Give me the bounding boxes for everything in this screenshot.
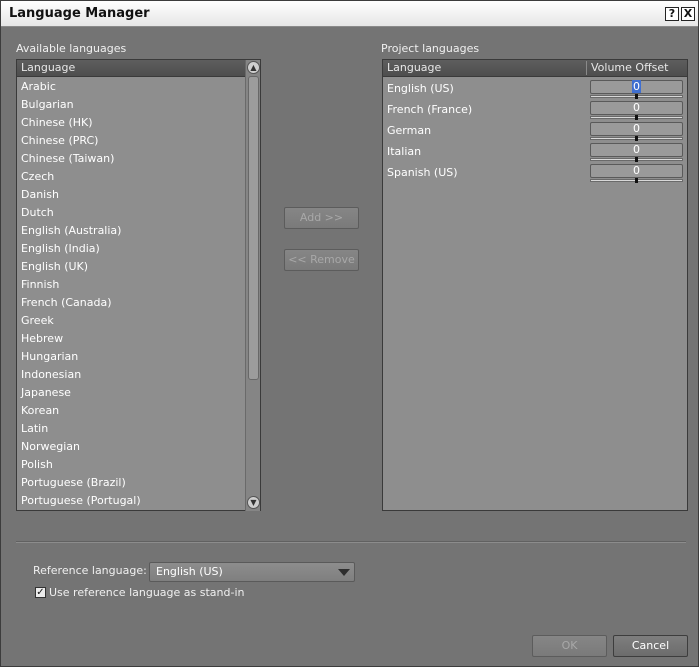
volume-offset-input[interactable]: 0 [590,101,683,115]
dialog-title: Language Manager [9,6,150,21]
separator [16,541,686,543]
list-item[interactable]: Latin [21,422,48,435]
volume-offset-input[interactable]: 0 [590,164,683,178]
list-item[interactable]: French (Canada) [21,296,112,309]
list-item[interactable]: Greek [21,314,54,327]
column-divider [586,61,587,75]
help-button[interactable]: ? [665,7,679,21]
list-item[interactable]: Hebrew [21,332,63,345]
list-item[interactable]: Bulgarian [21,98,74,111]
list-item[interactable]: Chinese (PRC) [21,134,98,147]
list-item[interactable]: English (India) [21,242,100,255]
volume-offset-control[interactable]: 0 [590,80,683,99]
slider-handle[interactable] [635,178,638,183]
volume-offset-value: 0 [633,143,640,156]
volume-offset-value: 0 [633,101,640,114]
volume-offset-input[interactable]: 0 [590,80,683,94]
list-item[interactable]: English (Australia) [21,224,121,237]
list-item[interactable]: Czech [21,170,54,183]
volume-offset-column-header[interactable]: Volume Offset [591,60,668,76]
slider-handle[interactable] [635,136,638,141]
list-scrollbar[interactable]: ▲ ▼ [245,60,260,511]
list-item[interactable]: Portuguese (Portugal) [21,494,141,507]
reference-language-value: English (US) [156,565,223,578]
chevron-down-icon[interactable] [338,569,350,576]
scroll-down-icon[interactable]: ▼ [247,496,260,509]
list-item[interactable]: Arabic [21,80,56,93]
close-button[interactable]: X [681,7,695,21]
remove-button[interactable]: << Remove [284,249,359,271]
language-manager-dialog: Language Manager ? X Available languages… [0,0,699,667]
project-language-row[interactable]: English (US) [387,82,454,95]
volume-offset-value: 0 [633,122,640,135]
project-languages-label: Project languages [381,42,480,55]
list-item[interactable]: Finnish [21,278,59,291]
list-item[interactable]: English (UK) [21,260,88,273]
language-column-header[interactable]: Language [17,60,245,77]
volume-offset-input[interactable]: 0 [590,143,683,157]
slider-handle[interactable] [635,94,638,99]
list-item[interactable]: Indonesian [21,368,81,381]
list-item[interactable]: Norwegian [21,440,80,453]
checkmark-icon: ✓ [36,587,45,598]
project-language-row[interactable]: German [387,124,431,137]
list-item[interactable]: Dutch [21,206,54,219]
list-item[interactable]: Japanese [21,386,71,399]
scroll-up-icon[interactable]: ▲ [247,61,260,74]
list-item[interactable]: Chinese (HK) [21,116,93,129]
project-languages-list[interactable]: Language Volume Offset English (US) 0 Fren… [382,59,688,511]
available-languages-label: Available languages [16,42,127,55]
project-language-column-header[interactable]: Language [387,60,441,76]
list-item[interactable]: Danish [21,188,59,201]
project-language-row[interactable]: Spanish (US) [387,166,458,179]
project-language-row[interactable]: Italian [387,145,421,158]
list-item[interactable]: Hungarian [21,350,78,363]
ok-button[interactable]: OK [532,635,607,657]
volume-offset-value: 0 [633,164,640,177]
scroll-thumb[interactable] [248,76,259,380]
add-button[interactable]: Add >> [284,207,359,229]
standin-label[interactable]: Use reference language as stand-in [49,586,244,599]
volume-offset-value: 0 [632,80,641,93]
volume-offset-control[interactable]: 0 [590,143,683,162]
title-bar: Language Manager ? X [1,1,698,27]
volume-offset-input[interactable]: 0 [590,122,683,136]
list-item[interactable]: Polish [21,458,53,471]
list-item[interactable]: Chinese (Taiwan) [21,152,114,165]
reference-language-label: Reference language: [33,564,147,577]
available-languages-list[interactable]: Language Arabic Bulgarian Chinese (HK) Chin… [16,59,261,511]
slider-handle[interactable] [635,115,638,120]
slider-handle[interactable] [635,157,638,162]
volume-offset-control[interactable]: 0 [590,164,683,183]
cancel-button[interactable]: Cancel [613,635,688,657]
list-item[interactable]: Korean [21,404,59,417]
project-language-row[interactable]: French (France) [387,103,472,116]
volume-offset-control[interactable]: 0 [590,122,683,141]
list-item[interactable]: Portuguese (Brazil) [21,476,126,489]
volume-offset-control[interactable]: 0 [590,101,683,120]
project-list-header: Language Volume Offset [383,60,687,77]
standin-checkbox[interactable]: ✓ [35,587,46,598]
reference-language-select[interactable]: English (US) [149,562,355,582]
